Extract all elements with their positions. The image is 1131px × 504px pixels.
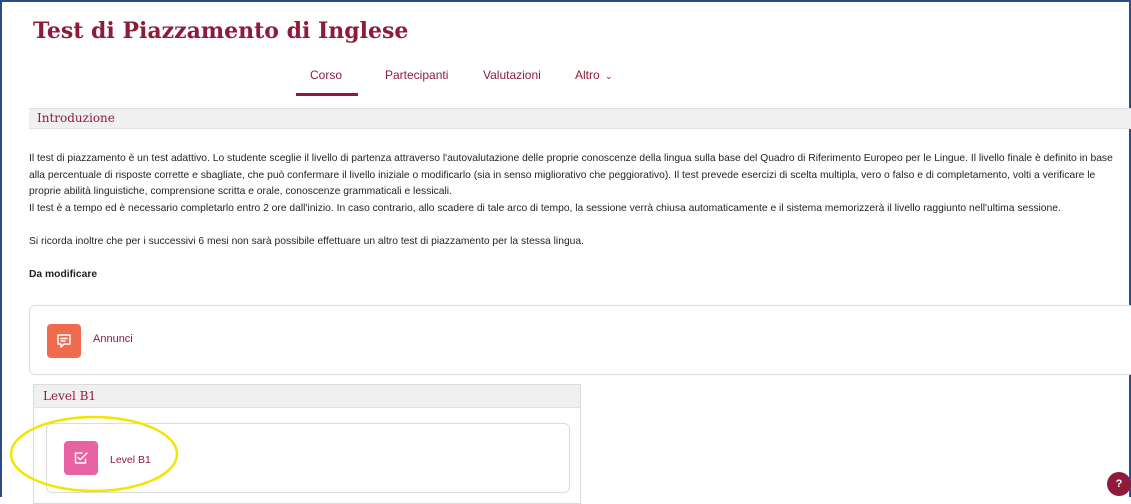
activity-announcements: Annunci: [29, 305, 1131, 375]
course-nav: Corso Partecipanti Valutazioni Altro ⌄: [0, 62, 1131, 100]
section-summary: Il test di piazzamento è un test adattiv…: [29, 151, 1127, 283]
window-frame-top: [0, 0, 1131, 2]
tab-valutazioni[interactable]: Valutazioni: [483, 68, 541, 82]
tab-corso[interactable]: Corso: [295, 68, 359, 96]
section-title: Level B1: [43, 389, 97, 403]
section-title: Introduzione: [37, 111, 115, 125]
section-header-level-b1: Level B1: [34, 385, 580, 408]
summary-paragraph-2: Il test è a tempo ed è necessario comple…: [29, 202, 1061, 214]
section-header-introduzione: Introduzione: [29, 108, 1131, 129]
summary-note: Da modificare: [29, 268, 98, 280]
highlight-ellipse: [9, 415, 179, 493]
chevron-down-icon: ⌄: [605, 71, 613, 81]
tab-partecipanti[interactable]: Partecipanti: [385, 68, 448, 82]
tab-altro-label: Altro: [575, 68, 600, 82]
activity-link-announcements[interactable]: Annunci: [93, 333, 133, 345]
course-title: Test di Piazzamento di Inglese: [33, 18, 409, 44]
forum-icon[interactable]: [47, 324, 81, 358]
tab-altro[interactable]: Altro ⌄: [575, 68, 613, 82]
summary-paragraph-3: Si ricorda inoltre che per i successivi …: [29, 235, 584, 247]
summary-paragraph-1: Il test di piazzamento è un test adattiv…: [29, 153, 1113, 197]
help-button[interactable]: ?: [1107, 472, 1131, 496]
